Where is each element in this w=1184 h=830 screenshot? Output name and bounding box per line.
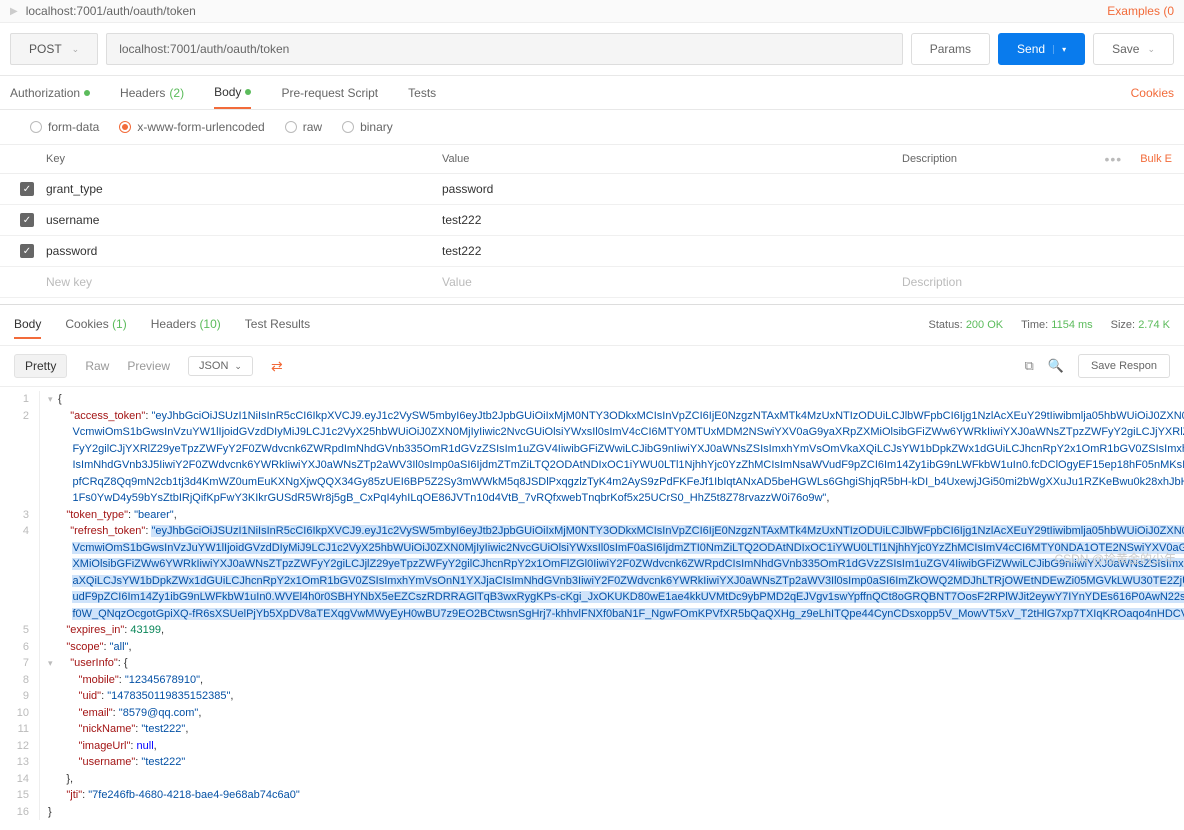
save-label: Save — [1112, 42, 1139, 56]
value-cell[interactable]: test222 — [442, 213, 902, 227]
response-bar: Body Cookies (1) Headers (10) Test Resul… — [0, 304, 1184, 346]
more-icon[interactable]: ••• — [1104, 151, 1122, 167]
body-type-radios: form-data x-www-form-urlencoded raw bina… — [0, 110, 1184, 145]
table-row: username test222 — [0, 205, 1184, 236]
col-desc: Description — [902, 153, 1104, 165]
key-cell[interactable]: username — [42, 213, 442, 227]
size-value: 2.74 K — [1138, 319, 1170, 331]
request-title: localhost:7001/auth/oauth/token — [26, 4, 1108, 18]
kv-table: Key Value Description ••• Bulk E grant_t… — [0, 145, 1184, 298]
method-select[interactable]: POST ⌄ — [10, 33, 98, 65]
tab-prerequest[interactable]: Pre-request Script — [281, 76, 378, 109]
time-value: 1154 ms — [1051, 319, 1092, 331]
bulk-edit-link[interactable]: Bulk E — [1140, 153, 1172, 165]
new-desc-input[interactable]: Description — [902, 275, 1172, 289]
view-pretty[interactable]: Pretty — [14, 354, 67, 378]
format-select[interactable]: JSON ⌄ — [188, 356, 253, 376]
resp-tab-body[interactable]: Body — [14, 311, 41, 339]
view-preview[interactable]: Preview — [127, 359, 170, 373]
tab-header: ▶ localhost:7001/auth/oauth/token Exampl… — [0, 0, 1184, 23]
cookies-link[interactable]: Cookies — [1131, 86, 1174, 100]
new-value-input[interactable]: Value — [442, 275, 902, 289]
status-value: 200 OK — [966, 319, 1003, 331]
json-viewer[interactable]: 12345678910111213141516 ▾{ "access_token… — [0, 387, 1184, 830]
chevron-down-icon: ⌄ — [234, 361, 242, 372]
save-button[interactable]: Save ⌄ — [1093, 33, 1174, 65]
indicator-dot — [84, 90, 90, 96]
response-meta: Status: 200 OK Time: 1154 ms Size: 2.74 … — [929, 319, 1171, 331]
row-checkbox[interactable] — [20, 182, 34, 196]
new-key-input[interactable]: New key — [42, 275, 442, 289]
method-label: POST — [29, 42, 62, 56]
radio-form-data[interactable]: form-data — [30, 120, 99, 134]
send-label: Send — [1017, 42, 1045, 56]
request-tabs: Authorization Headers (2) Body Pre-reque… — [0, 76, 1184, 110]
save-response-button[interactable]: Save Respon — [1078, 354, 1170, 378]
wrap-lines-icon[interactable]: ⇄ — [271, 358, 283, 375]
view-bar: Pretty Raw Preview JSON ⌄ ⇄ ⧉ 🔍 Save Res… — [0, 346, 1184, 387]
value-cell[interactable]: password — [442, 182, 902, 196]
col-value: Value — [442, 153, 902, 165]
view-raw[interactable]: Raw — [85, 359, 109, 373]
examples-link[interactable]: Examples (0 — [1107, 4, 1174, 18]
resp-tab-cookies[interactable]: Cookies (1) — [65, 311, 126, 339]
copy-icon[interactable]: ⧉ — [1024, 358, 1033, 374]
resp-tab-tests[interactable]: Test Results — [245, 311, 310, 339]
radio-xwww[interactable]: x-www-form-urlencoded — [119, 120, 264, 134]
kv-header: Key Value Description ••• Bulk E — [0, 145, 1184, 174]
tab-headers[interactable]: Headers (2) — [120, 76, 184, 109]
table-row: grant_type password — [0, 174, 1184, 205]
chevron-down-icon[interactable]: ▾ — [1053, 45, 1066, 54]
key-cell[interactable]: password — [42, 244, 442, 258]
watermark: CSDN @捡黄金的少年 — [1054, 550, 1176, 567]
chevron-right-icon: ▶ — [10, 6, 18, 17]
radio-binary[interactable]: binary — [342, 120, 393, 134]
value-cell[interactable]: test222 — [442, 244, 902, 258]
kv-new-row[interactable]: New key Value Description — [0, 267, 1184, 298]
row-checkbox[interactable] — [20, 213, 34, 227]
resp-tab-headers[interactable]: Headers (10) — [151, 311, 221, 339]
radio-raw[interactable]: raw — [285, 120, 322, 134]
request-row: POST ⌄ localhost:7001/auth/oauth/token P… — [0, 23, 1184, 76]
tab-authorization[interactable]: Authorization — [10, 76, 90, 109]
row-checkbox[interactable] — [20, 244, 34, 258]
url-input[interactable]: localhost:7001/auth/oauth/token — [106, 33, 902, 65]
chevron-down-icon: ⌄ — [1147, 44, 1155, 55]
send-button[interactable]: Send ▾ — [998, 33, 1085, 65]
tab-body[interactable]: Body — [214, 76, 251, 109]
chevron-down-icon: ⌄ — [72, 44, 80, 55]
col-key: Key — [42, 153, 442, 165]
tab-tests[interactable]: Tests — [408, 76, 436, 109]
indicator-dot — [245, 89, 251, 95]
table-row: password test222 — [0, 236, 1184, 267]
key-cell[interactable]: grant_type — [42, 182, 442, 196]
search-icon[interactable]: 🔍 — [1048, 358, 1064, 374]
params-button[interactable]: Params — [911, 33, 990, 65]
